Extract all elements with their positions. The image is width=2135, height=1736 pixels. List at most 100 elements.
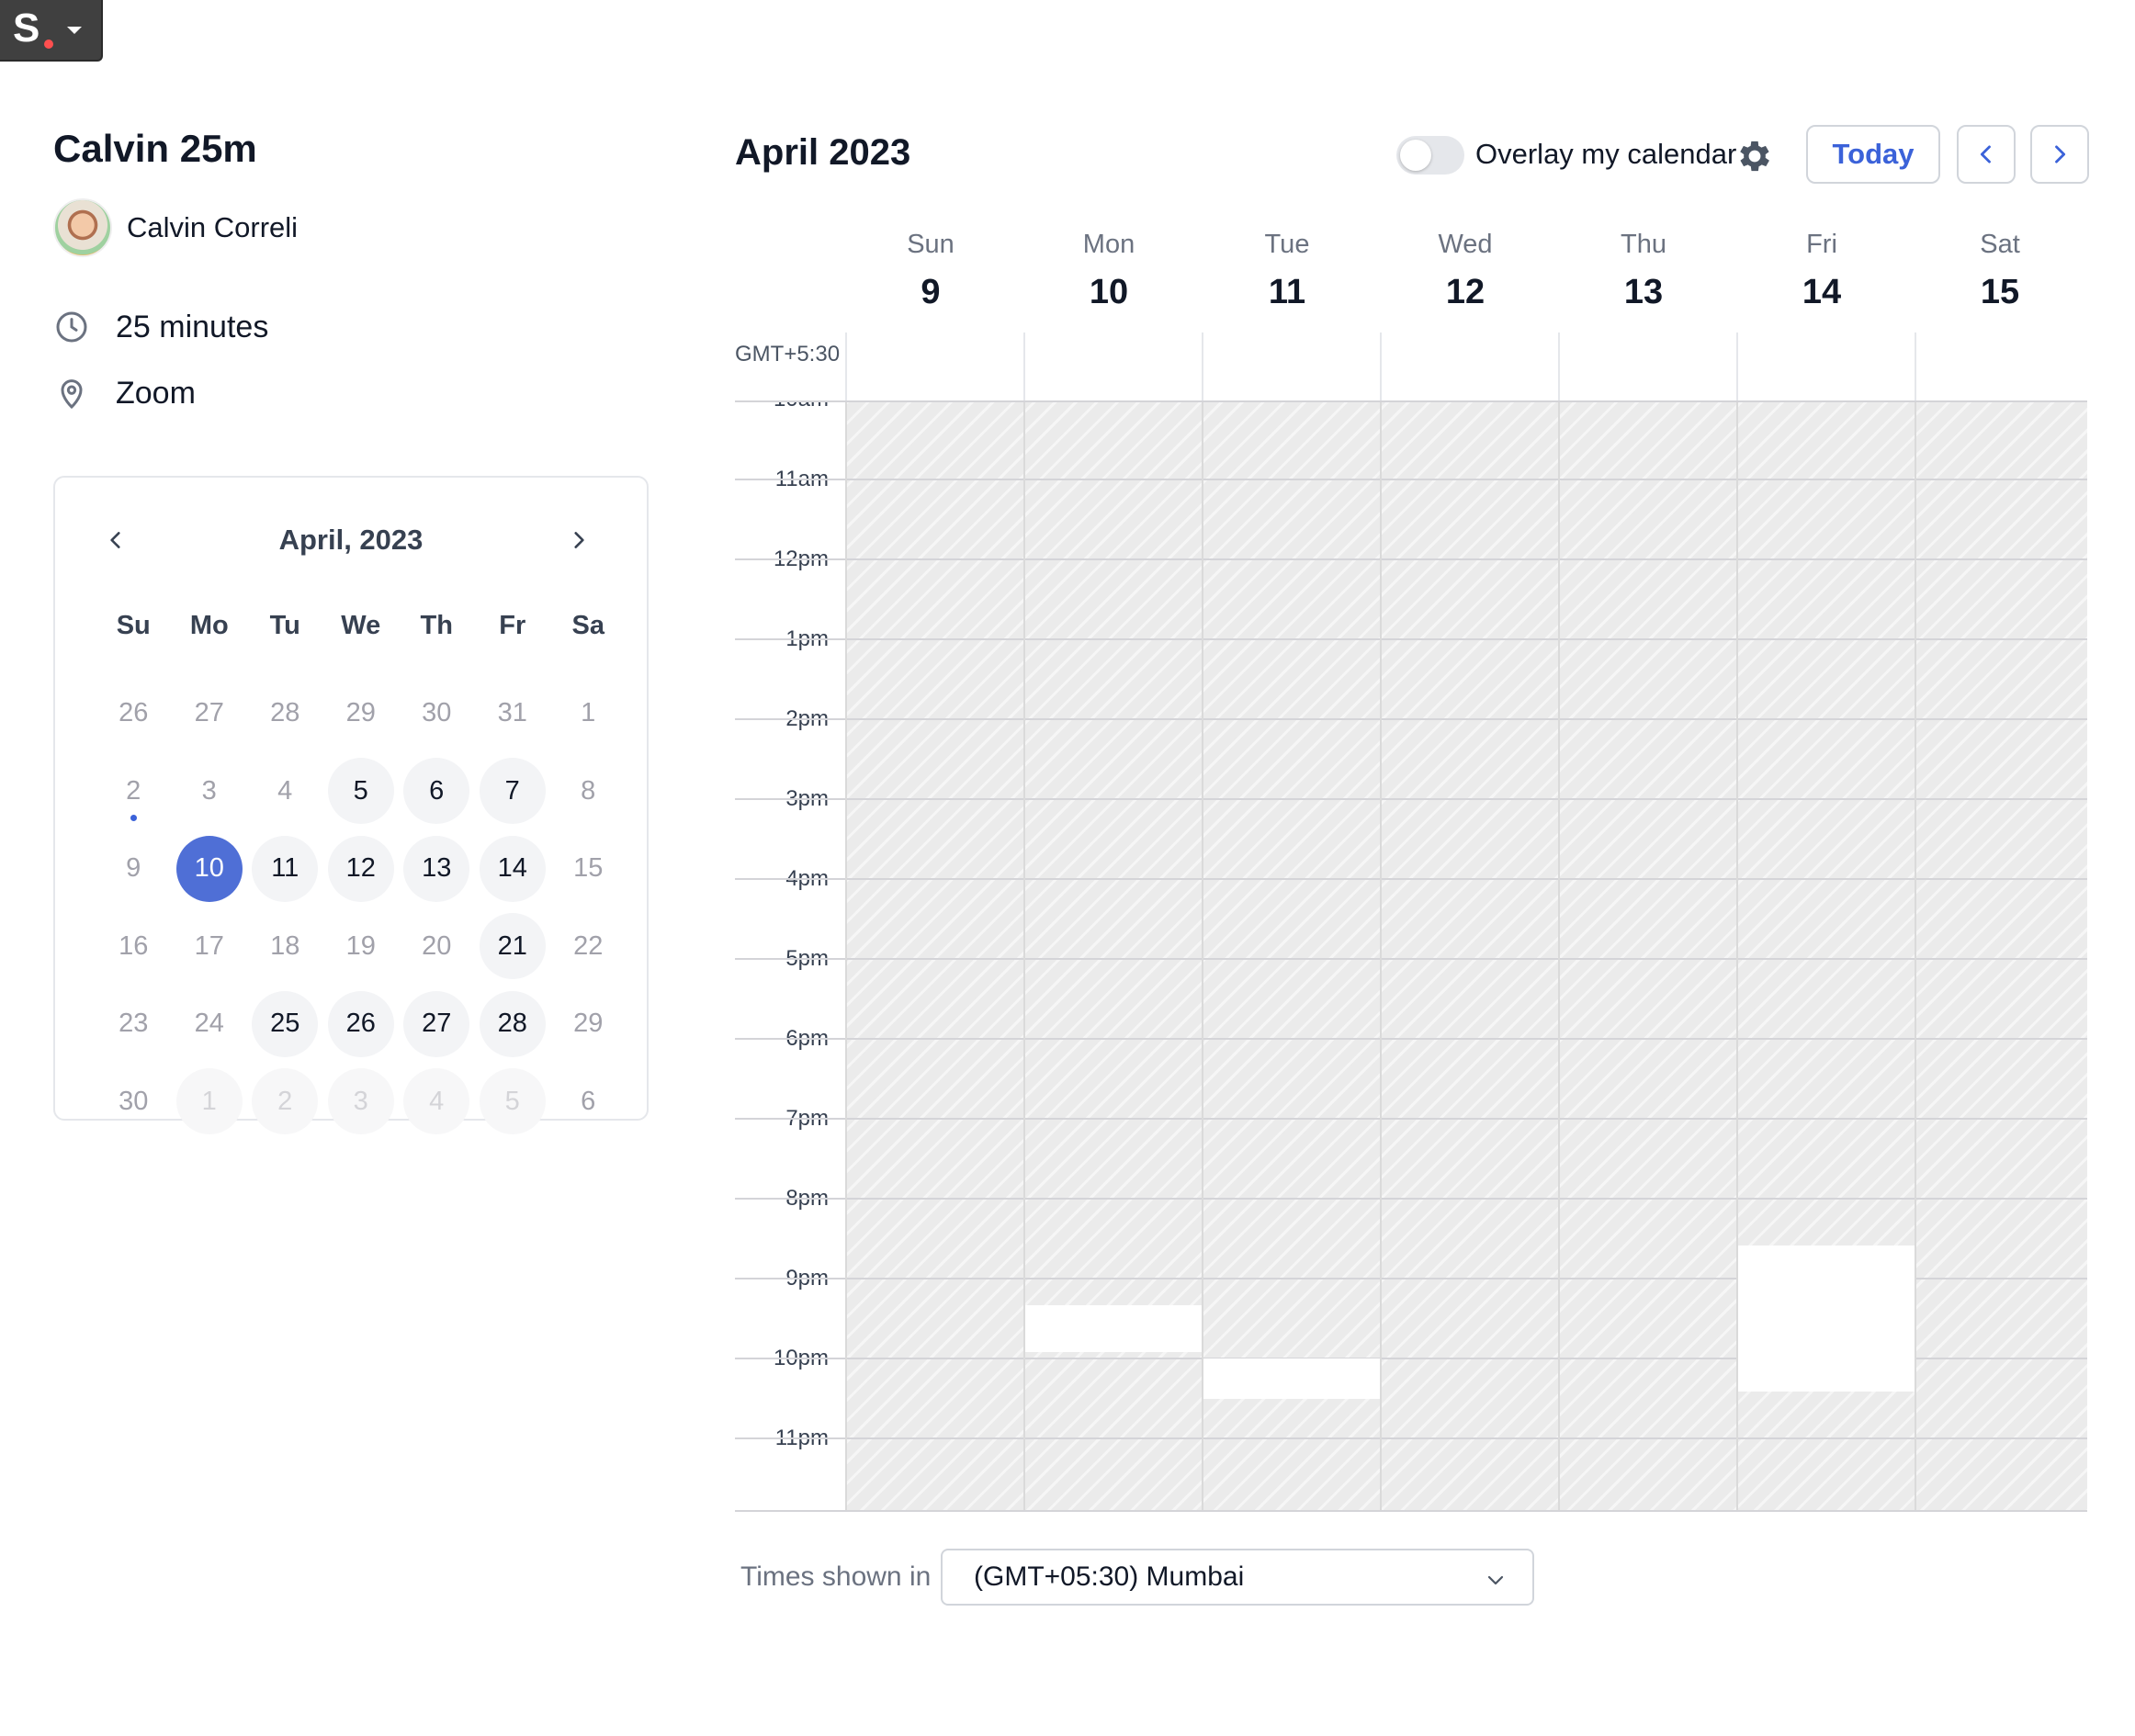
day-number: 5 (479, 1068, 546, 1135)
time-gutter: 10am11am12pm1pm2pm3pm4pm5pm6pm7pm8pm9pm1… (735, 402, 845, 1510)
day-number: 6 (581, 1086, 596, 1116)
mini-calendar-day[interactable]: 25 (247, 986, 323, 1064)
mini-calendar-day[interactable]: 5 (323, 752, 400, 830)
day-number: 1 (581, 698, 596, 728)
day-number: 16 (119, 930, 149, 961)
header-column-divider (1558, 333, 1560, 400)
day-number: 26 (119, 698, 149, 728)
available-slot-tue[interactable] (1203, 1358, 1380, 1399)
mini-calendar-day: 31 (475, 675, 551, 753)
day-header-sun: Sun 9 (842, 230, 1020, 312)
mini-calendar-day: 15 (550, 830, 627, 908)
app-menu-button[interactable]: S (0, 0, 103, 62)
mini-calendar-day: 29 (323, 675, 400, 753)
settings-button[interactable] (1734, 136, 1775, 176)
gutter-hour-line (735, 1118, 845, 1120)
gutter-hour-line (735, 958, 845, 960)
mini-calendar-day: 2 (247, 1063, 323, 1141)
day-number: 29 (345, 698, 376, 728)
header-column-divider (845, 333, 847, 400)
day-number: 28 (479, 990, 546, 1057)
mini-calendar-day: 3 (172, 752, 248, 830)
day-name: Sat (1980, 230, 2020, 259)
timezone-select[interactable]: (GMT+05:30) Mumbai (941, 1549, 1534, 1606)
mini-calendar-day[interactable]: 14 (475, 830, 551, 908)
today-indicator-dot (130, 814, 138, 821)
week-next-button[interactable] (2030, 125, 2089, 184)
mini-calendar-day: 30 (399, 675, 475, 753)
hour-line (845, 718, 2087, 720)
mini-calendar-next-button[interactable] (560, 522, 597, 558)
timezone-short-label: GMT+5:30 (735, 342, 841, 366)
gutter-hour-line (735, 718, 845, 720)
mini-calendar-day: 28 (247, 675, 323, 753)
all-day-row (845, 333, 2087, 400)
mini-calendar-day[interactable]: 28 (475, 986, 551, 1064)
day-header-wed: Wed 12 (1376, 230, 1554, 312)
gutter-hour-line (735, 1278, 845, 1279)
mini-calendar-day: 18 (247, 907, 323, 986)
header-column-divider (1380, 333, 1382, 400)
day-name: Wed (1438, 230, 1493, 259)
day-column-divider (1380, 402, 1382, 1510)
event-title: Calvin 25m (53, 127, 257, 170)
overlay-calendar-toggle[interactable] (1396, 136, 1464, 175)
day-column-divider (845, 402, 847, 1510)
day-number: 7 (479, 758, 546, 825)
mini-calendar-day: 3 (323, 1063, 400, 1141)
mini-calendar-day: 23 (96, 986, 172, 1064)
day-number: 26 (327, 990, 394, 1057)
gutter-hour-line (735, 1358, 845, 1359)
day-column-divider (1915, 402, 1916, 1510)
hour-line (845, 1198, 2087, 1200)
mini-calendar-day[interactable]: 10 (172, 830, 248, 908)
chevron-left-icon (1980, 145, 1991, 163)
weekday-header: Tu (269, 610, 300, 640)
gutter-hour-line (735, 638, 845, 640)
weekday-header: We (341, 610, 381, 640)
mini-calendar-day[interactable]: 13 (399, 830, 475, 908)
header-column-divider (1915, 333, 1916, 400)
mini-calendar-day[interactable]: 6 (399, 752, 475, 830)
location-text: Zoom (116, 375, 196, 411)
mini-calendar-day: 16 (96, 907, 172, 986)
day-number: 15 (573, 853, 604, 884)
day-number: 27 (194, 698, 224, 728)
day-name: Tue (1264, 230, 1310, 259)
hour-line (845, 558, 2087, 560)
mini-calendar-day[interactable]: 26 (323, 986, 400, 1064)
mini-calendar-month: April, 2023 (278, 524, 424, 556)
mini-calendar-day: 19 (323, 907, 400, 986)
mini-calendar-day: 26 (96, 675, 172, 753)
week-prev-button[interactable] (1957, 125, 2016, 184)
host-avatar (53, 198, 112, 257)
day-number: 4 (403, 1068, 470, 1135)
mini-calendar-day: 27 (172, 675, 248, 753)
day-number: 28 (270, 698, 300, 728)
day-column-divider (1202, 402, 1203, 1510)
available-slot-mon[interactable] (1025, 1305, 1202, 1352)
mini-calendar-day[interactable]: 12 (323, 830, 400, 908)
available-slot-fri[interactable] (1738, 1245, 1915, 1392)
gutter-hour-line (735, 1038, 845, 1040)
mini-calendar-day: 9 (96, 830, 172, 908)
header-column-divider (1202, 333, 1203, 400)
mini-calendar-day[interactable]: 11 (247, 830, 323, 908)
day-number: 8 (581, 775, 596, 806)
mini-calendar-day[interactable]: 27 (399, 986, 475, 1064)
today-button[interactable]: Today (1806, 125, 1940, 184)
mini-calendar-day[interactable]: 21 (475, 907, 551, 986)
gutter-hour-line (735, 558, 845, 560)
day-number: 3 (201, 775, 217, 806)
chevron-right-icon (574, 532, 584, 548)
day-number: 18 (270, 930, 300, 961)
day-number: 30 (422, 698, 452, 728)
mini-calendar-day[interactable]: 7 (475, 752, 551, 830)
mini-calendar-day: 5 (475, 1063, 551, 1141)
day-date: 11 (1268, 273, 1306, 311)
host-row: Calvin Correli (53, 198, 298, 257)
mini-calendar-day: 6 (550, 1063, 627, 1141)
gutter-hour-line (735, 878, 845, 880)
day-number: 5 (327, 758, 394, 825)
mini-calendar-day: 17 (172, 907, 248, 986)
